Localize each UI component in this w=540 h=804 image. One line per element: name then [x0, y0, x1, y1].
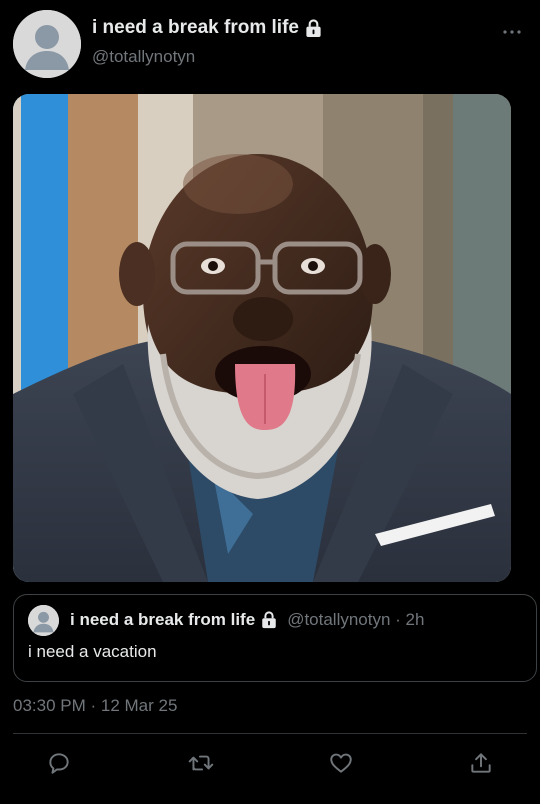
author-handle[interactable]: @totallynotyn	[92, 47, 195, 67]
quoted-text: i need a vacation	[28, 642, 157, 661]
quoted-header: i need a break from life @totallynotyn ·…	[70, 610, 424, 630]
quoted-meta: @totallynotyn · 2h	[287, 610, 425, 629]
reply-icon[interactable]	[44, 748, 74, 778]
more-icon[interactable]	[502, 22, 522, 42]
tweet-photo[interactable]	[13, 94, 511, 582]
heart-icon[interactable]	[326, 748, 356, 778]
tweet-timestamp[interactable]: 03:30 PM · 12 Mar 25	[13, 696, 177, 716]
share-icon[interactable]	[466, 748, 496, 778]
default-avatar-icon	[28, 605, 59, 636]
lock-icon	[260, 611, 278, 629]
action-bar	[0, 748, 540, 780]
quoted-avatar	[28, 605, 59, 636]
quoted-tweet[interactable]: i need a break from life @totallynotyn ·…	[13, 594, 537, 682]
retweet-icon[interactable]	[186, 748, 216, 778]
author-name-row[interactable]: i need a break from life	[92, 17, 323, 39]
photo-illustration	[13, 94, 511, 582]
lock-icon	[304, 18, 323, 38]
avatar[interactable]	[13, 10, 81, 78]
author-display-name[interactable]: i need a break from life	[92, 17, 299, 39]
default-avatar-icon	[13, 10, 81, 78]
quoted-display-name: i need a break from life	[70, 610, 256, 629]
divider	[13, 733, 527, 734]
tweet: i need a break from life @totallynotyn i…	[0, 0, 540, 804]
